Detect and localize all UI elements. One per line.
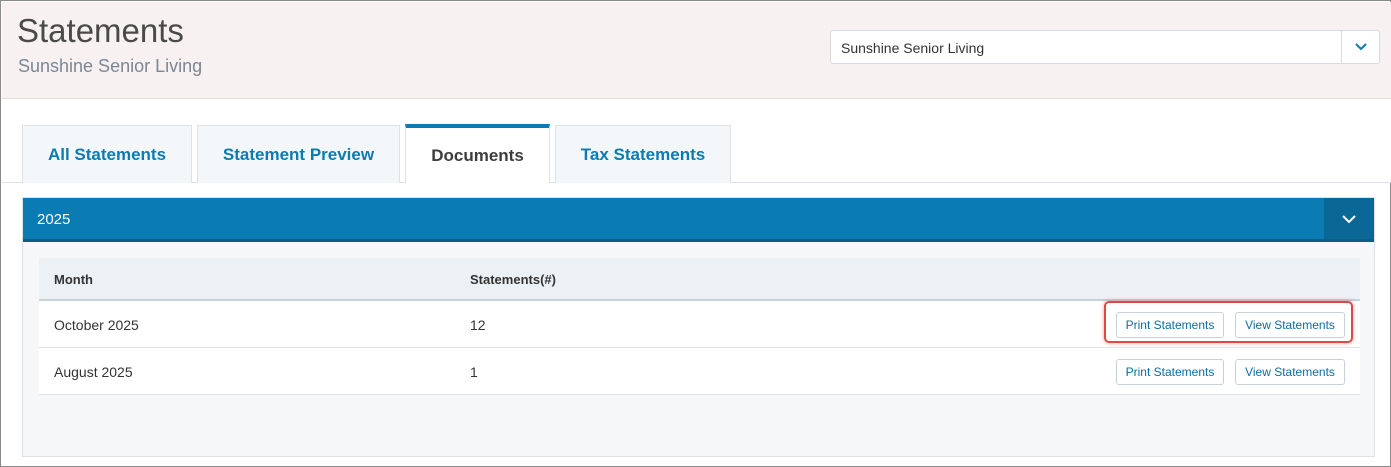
view-statements-button[interactable]: View Statements (1235, 312, 1345, 338)
tab-bar: All Statements Statement Preview Documen… (2, 99, 1391, 183)
tab-label: All Statements (47, 144, 167, 164)
facility-select-toggle[interactable] (1341, 31, 1379, 63)
tab-statement-preview[interactable]: Statement Preview (197, 125, 400, 183)
print-statements-button[interactable]: Print Statements (1116, 359, 1224, 385)
print-statements-button[interactable]: Print Statements (1116, 312, 1224, 338)
row-count: 1 (470, 364, 478, 380)
tab-label: Documents (431, 145, 524, 165)
column-header-month: Month (54, 272, 93, 287)
app-frame: Statements Sunshine Senior Living Sunshi… (0, 0, 1391, 467)
row-month: October 2025 (54, 317, 139, 333)
row-count: 12 (470, 317, 486, 333)
tab-label: Tax Statements (580, 144, 706, 164)
table-header: Month Statements(#) (39, 258, 1360, 301)
year-label: 2025 (37, 211, 71, 228)
tab-all-statements[interactable]: All Statements (22, 125, 192, 183)
collapse-button[interactable] (1324, 198, 1374, 239)
tab-label: Statement Preview (222, 144, 375, 164)
chevron-down-icon (1354, 43, 1367, 51)
facility-select[interactable]: Sunshine Senior Living (830, 30, 1380, 64)
table-row: August 2025 1 Print Statements View Stat… (39, 348, 1360, 395)
statements-table: Month Statements(#) October 2025 12 Prin… (39, 258, 1360, 395)
row-month: August 2025 (54, 364, 133, 380)
tab-documents[interactable]: Documents (405, 124, 550, 183)
view-statements-button[interactable]: View Statements (1235, 359, 1345, 385)
column-header-statements: Statements(#) (470, 272, 556, 287)
table-row: October 2025 12 Print Statements View St… (39, 301, 1360, 348)
facility-select-value: Sunshine Senior Living (841, 40, 985, 56)
tab-tax-statements[interactable]: Tax Statements (555, 125, 731, 183)
year-panel-header[interactable]: 2025 (23, 198, 1374, 242)
page-title: Statements (17, 12, 184, 49)
chevron-down-icon (1342, 214, 1356, 223)
page-header: Statements Sunshine Senior Living Sunshi… (2, 2, 1391, 99)
page-subtitle: Sunshine Senior Living (18, 56, 203, 76)
year-panel: 2025 Month Statements(#) October 2025 12… (22, 197, 1375, 457)
